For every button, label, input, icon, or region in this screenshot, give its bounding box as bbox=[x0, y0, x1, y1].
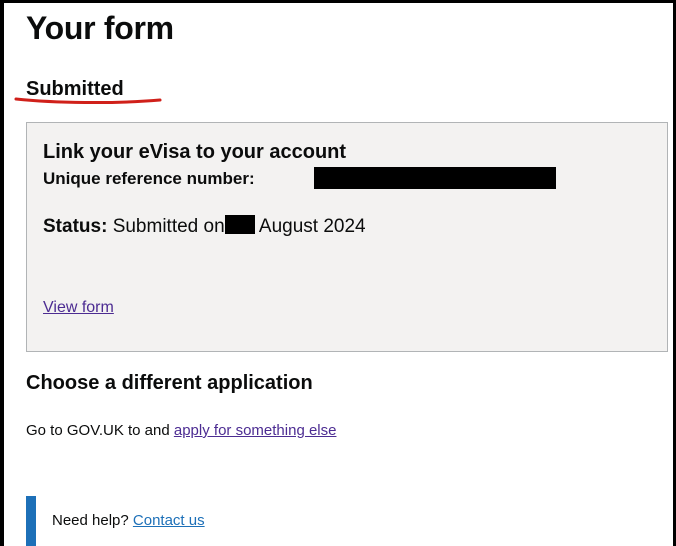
need-help-text: Need help? Contact us bbox=[52, 512, 205, 529]
need-help-label: Need help? bbox=[52, 512, 129, 529]
reference-number-label: Unique reference number: bbox=[43, 169, 255, 188]
goto-text: Go to GOV.UK to and bbox=[26, 422, 170, 439]
different-application-heading: Choose a different application bbox=[26, 372, 313, 394]
page-title: Your form bbox=[26, 10, 174, 46]
redacted-reference-number bbox=[314, 167, 556, 189]
redacted-date bbox=[224, 215, 255, 234]
red-underline-annotation bbox=[14, 97, 162, 105]
application-card: Link your eVisa to your account Unique r… bbox=[26, 122, 668, 352]
status-line: Status: Submitted on August 2024 bbox=[43, 215, 366, 238]
contact-us-link[interactable]: Contact us bbox=[133, 512, 205, 529]
status-label: Status: bbox=[43, 216, 108, 237]
inset-text-bar bbox=[26, 496, 36, 546]
goto-govuk-text: Go to GOV.UK to and apply for something … bbox=[26, 422, 336, 439]
view-form-link[interactable]: View form bbox=[43, 299, 114, 317]
status-prefix: Submitted on bbox=[112, 216, 225, 237]
apply-something-else-link[interactable]: apply for something else bbox=[174, 422, 337, 439]
card-title: Link your eVisa to your account bbox=[43, 141, 347, 163]
status-suffix: August 2024 bbox=[258, 216, 366, 237]
